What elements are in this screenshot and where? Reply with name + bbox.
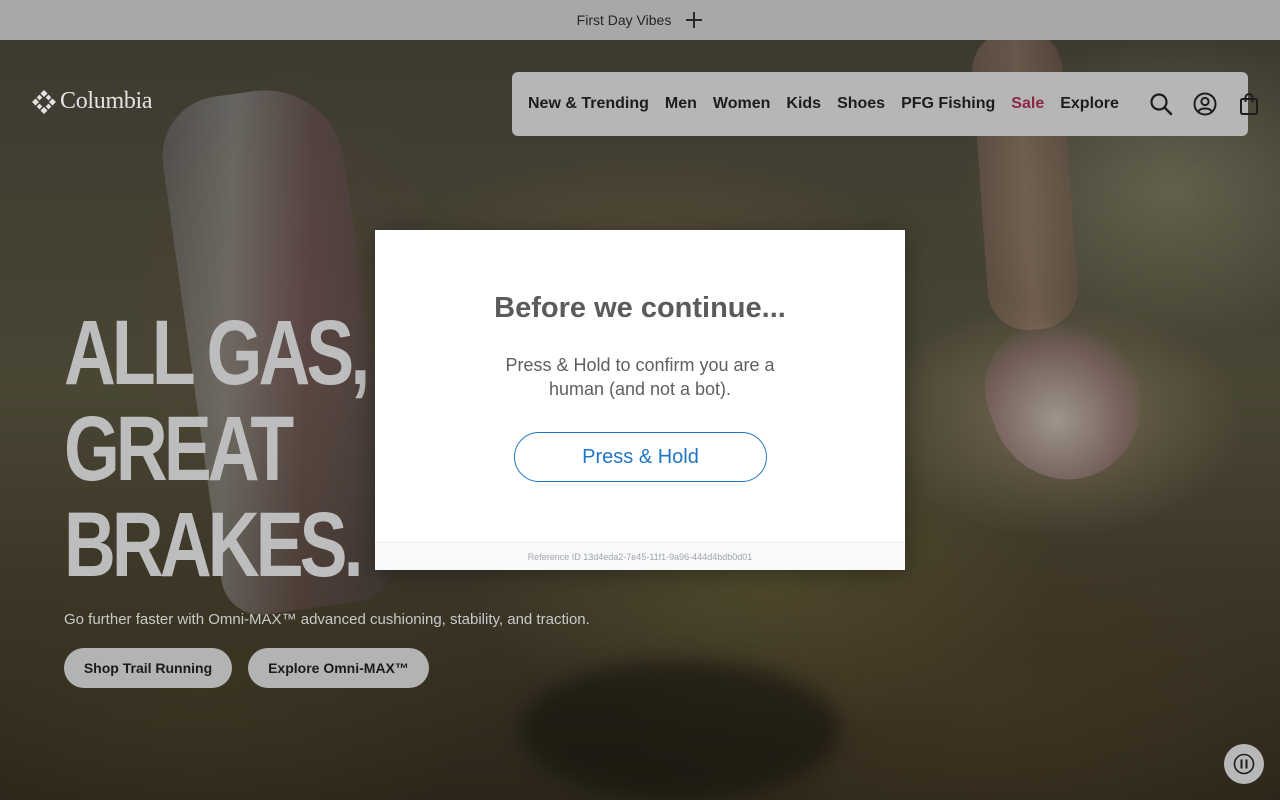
hero-shadow [520,660,840,800]
nav-item-shoes[interactable]: Shoes [837,95,885,113]
nav-item-women[interactable]: Women [713,95,770,113]
nav-item-sale[interactable]: Sale [1011,95,1044,113]
plus-icon[interactable] [685,11,703,29]
search-icon[interactable] [1149,92,1173,116]
columbia-diamond-icon [32,89,56,114]
nav-item-pfg-fishing[interactable]: PFG Fishing [901,95,995,113]
shop-trail-running-button[interactable]: Shop Trail Running [64,648,232,688]
shopping-bag-icon[interactable] [1237,92,1261,116]
modal-text: Press & Hold to confirm you are a human … [505,355,775,399]
promo-bar: First Day Vibes [0,0,1280,40]
hero-headline-line: ALL GAS, [64,302,370,404]
hero-headline-line: GREAT [64,398,294,500]
pause-icon [1233,753,1255,775]
columbia-logo[interactable]: Columbia [32,88,153,115]
main-nav: New & Trending Men Women Kids Shoes PFG Fishi… [512,72,1258,136]
hero-foot-image [967,299,1163,501]
nav-item-kids[interactable]: Kids [786,95,821,113]
account-icon[interactable] [1193,92,1217,116]
bot-check-modal: Before we continue... Press & Hold to co… [375,230,905,570]
explore-omni-max-button[interactable]: Explore Omni-MAX™ [248,648,429,688]
hero-headline: ALL GAS, GREAT BRAKES. [64,302,370,596]
press-and-hold-button[interactable]: Press & Hold [514,432,767,482]
modal-title: Before we continue... [494,292,786,324]
hero-subtext: Go further faster with Omni-MAX™ advance… [64,611,590,628]
modal-reference-id: Reference ID 13d4eda2-7e45-11f1-9a96-444… [375,542,905,570]
nav-icons [1149,92,1261,116]
hero-headline-line: BRAKES. [64,494,364,596]
nav-items: New & Trending Men Women Kids Shoes PFG Fishi… [528,95,1119,113]
promo-text[interactable]: First Day Vibes [577,12,672,28]
nav-item-explore[interactable]: Explore [1060,95,1119,113]
nav-item-men[interactable]: Men [665,95,697,113]
brand-name: Columbia [60,88,153,114]
pause-video-button[interactable] [1224,744,1264,784]
nav-item-new-trending[interactable]: New & Trending [528,95,649,113]
